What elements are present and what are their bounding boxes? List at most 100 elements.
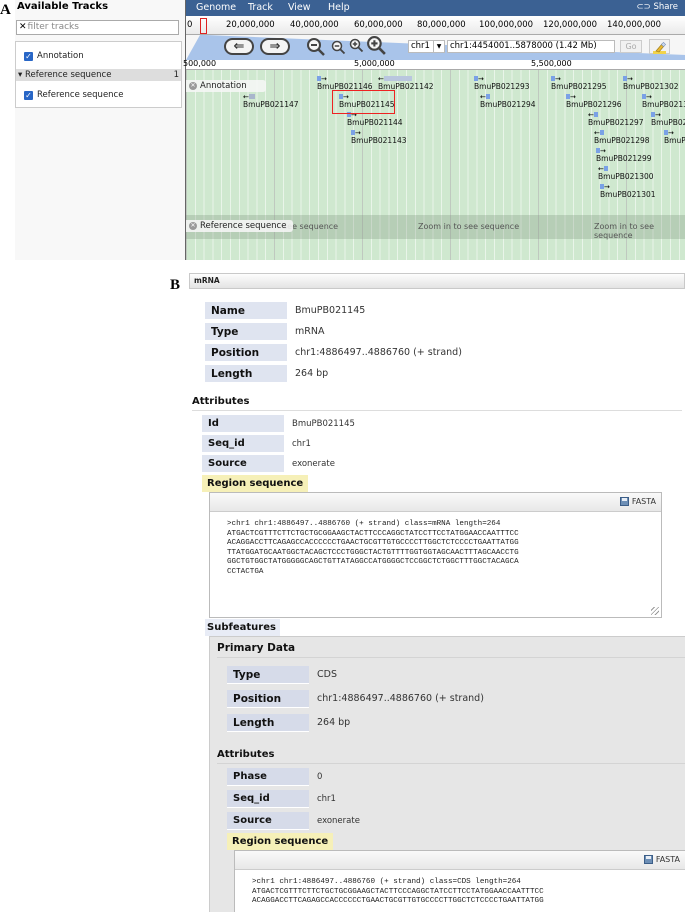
- gene-feature[interactable]: → BmuPB021302: [623, 76, 679, 91]
- track-filter-input[interactable]: ✕filter tracks: [16, 20, 179, 35]
- subfeatures-heading: Subfeatures: [205, 619, 280, 636]
- menu-bar: Genome Track View Help ⊂⊃ Share: [186, 0, 685, 16]
- track-item-label: Reference sequence: [37, 90, 124, 100]
- field-value: 264 bp: [317, 717, 351, 728]
- field-label: Position: [205, 344, 287, 362]
- field-value: 264 bp: [295, 368, 329, 379]
- track-selector-box: ✓ Annotation ▾ Reference sequence 1 ✓ Re…: [15, 41, 182, 108]
- field-label: Type: [227, 666, 309, 684]
- zoom-out-small-button[interactable]: [331, 40, 346, 55]
- field-label: Position: [227, 690, 309, 708]
- gene-feature[interactable]: ← BmuPB021300: [598, 166, 654, 182]
- overview-location-marker[interactable]: [200, 18, 207, 34]
- detail-tick: 5,500,000: [531, 59, 572, 68]
- save-disk-icon: [619, 497, 629, 506]
- overview-tick: 0: [187, 20, 193, 30]
- overview-tick: 20,000,000: [226, 20, 275, 30]
- gene-feature[interactable]: → BmuPB021299: [596, 148, 652, 163]
- zoom-out-button[interactable]: [306, 37, 326, 57]
- zoom-message: Zoom in to see sequence: [594, 222, 655, 240]
- menu-help[interactable]: Help: [328, 2, 350, 13]
- divider: [192, 410, 682, 411]
- chevron-down-icon[interactable]: ▼: [433, 41, 444, 52]
- gene-feature[interactable]: → BmuPB021143: [351, 130, 407, 145]
- menu-view[interactable]: View: [288, 2, 311, 13]
- checkbox-checked-icon[interactable]: ✓: [24, 90, 33, 100]
- track-list-panel: Available Tracks ✕filter tracks ✓ Annota…: [15, 0, 185, 260]
- feature-detail-dialog: mRNA Name BmuPB021145 Type mRNA Position…: [185, 270, 685, 912]
- dialog-title: mRNA: [189, 273, 685, 289]
- menu-track[interactable]: Track: [248, 2, 273, 13]
- selection-highlight-box: [332, 90, 395, 114]
- overview-tick: 40,000,000: [290, 20, 339, 30]
- share-button[interactable]: ⊂⊃ Share: [637, 2, 678, 12]
- region-sequence-label: Region sequence: [227, 833, 334, 850]
- gene-feature[interactable]: ← BmuPB021297: [588, 112, 644, 128]
- fasta-download-button[interactable]: FASTA: [643, 855, 680, 864]
- gene-feature[interactable]: ← BmuPB021142: [378, 76, 434, 92]
- highlight-button[interactable]: [649, 39, 670, 54]
- gene-feature[interactable]: → BmuPB021293: [474, 76, 530, 91]
- field-label: Source: [202, 455, 284, 473]
- reference-sequence-select[interactable]: chr1 ▼: [408, 40, 445, 53]
- checkbox-checked-icon[interactable]: ✓: [24, 51, 33, 61]
- panel-label-a: A: [0, 2, 11, 18]
- sequence-box[interactable]: FASTA >chr1 chr1:4886497..4886760 (+ str…: [209, 492, 662, 618]
- close-track-icon[interactable]: ✕: [189, 82, 197, 90]
- field-value: exonerate: [317, 816, 360, 826]
- field-value: mRNA: [295, 326, 325, 337]
- gene-feature[interactable]: → BmuPB0213: [642, 94, 685, 109]
- overview-tick: 120,000,000: [543, 20, 598, 30]
- gene-feature[interactable]: ← BmuPB021294: [480, 94, 536, 110]
- filter-placeholder: filter tracks: [27, 22, 79, 32]
- gene-feature[interactable]: ← BmuPB021147: [243, 94, 299, 110]
- field-label: Id: [202, 415, 284, 433]
- zoom-out-small-icon: [331, 40, 346, 55]
- gene-feature[interactable]: → BmuPB021301: [600, 184, 656, 199]
- overview-tick: 80,000,000: [417, 20, 466, 30]
- location-input[interactable]: chr1:4454001..5878000 (1.42 Mb): [447, 40, 615, 53]
- primary-data-heading: Primary Data: [217, 642, 296, 654]
- detail-tick: 5,000,000: [354, 59, 395, 68]
- resize-handle-icon[interactable]: [651, 607, 659, 615]
- gene-feature[interactable]: → BmuP: [664, 130, 685, 145]
- gene-feature[interactable]: → BmuPB021296: [566, 94, 622, 109]
- gene-feature[interactable]: ← BmuPB021298: [594, 130, 650, 146]
- highlighter-icon: [653, 42, 666, 54]
- field-value: chr1:4886497..4886760 (+ strand): [317, 693, 484, 704]
- category-label: Reference sequence: [24, 70, 112, 80]
- gene-feature[interactable]: → BmuPB021295: [551, 76, 607, 91]
- field-value: chr1: [317, 794, 336, 804]
- pan-right-button[interactable]: ⇒: [260, 38, 290, 55]
- sequence-box-header: FASTA: [235, 851, 685, 870]
- gene-feature[interactable]: → BmuPB02: [651, 112, 685, 127]
- overview-tick: 60,000,000: [354, 20, 403, 30]
- pan-left-button[interactable]: ⇐: [224, 38, 254, 55]
- save-disk-icon: [643, 855, 653, 864]
- sequence-box-header: FASTA: [210, 493, 661, 512]
- detail-ruler: 500,000 5,000,000 5,500,000: [183, 59, 685, 70]
- gene-feature[interactable]: → BmuPB021146: [317, 76, 373, 91]
- track-area[interactable]: see sequence Zoom in to see sequence Zoo…: [186, 70, 685, 260]
- field-label: Length: [227, 714, 309, 732]
- track-item-reference-sequence[interactable]: ✓ Reference sequence: [24, 90, 123, 100]
- menu-genome[interactable]: Genome: [196, 2, 236, 13]
- track-label-reference-sequence[interactable]: ✕ Reference sequence: [186, 220, 293, 232]
- x-icon[interactable]: ✕: [19, 22, 27, 32]
- go-button[interactable]: Go: [620, 40, 642, 53]
- close-track-icon[interactable]: ✕: [189, 222, 197, 230]
- zoom-in-small-button[interactable]: [349, 38, 364, 53]
- collapse-triangle-icon[interactable]: ▾: [18, 70, 22, 80]
- overview-ruler[interactable]: 0 20,000,000 40,000,000 60,000,000 80,00…: [186, 16, 685, 35]
- zoom-in-small-icon: [349, 38, 364, 53]
- divider: [217, 763, 685, 764]
- track-item-annotation[interactable]: ✓ Annotation: [24, 51, 84, 61]
- track-category-reference-sequence[interactable]: ▾ Reference sequence 1: [16, 69, 181, 81]
- field-value: BmuPB021145: [295, 305, 366, 316]
- zoom-in-button[interactable]: [366, 35, 387, 56]
- sequence-box[interactable]: FASTA >chr1 chr1:4886497..4886760 (+ str…: [234, 850, 685, 912]
- track-label-annotation[interactable]: ✕ Annotation: [186, 80, 266, 92]
- fasta-download-button[interactable]: FASTA: [619, 497, 656, 506]
- field-label: Seq_id: [202, 435, 284, 453]
- gene-feature[interactable]: → BmuPB021144: [347, 112, 403, 127]
